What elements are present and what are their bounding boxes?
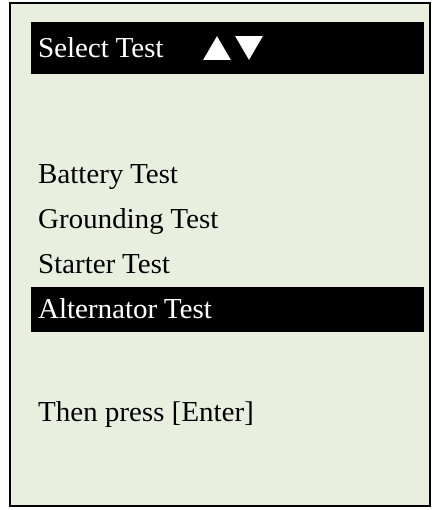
menu-item-alternator-test[interactable]: Alternator Test: [31, 287, 424, 332]
title-bar: Select Test: [31, 22, 424, 74]
menu-item-label: Grounding Test: [38, 203, 219, 235]
menu-item-starter-test[interactable]: Starter Test: [31, 242, 424, 287]
triangle-down-icon: [234, 36, 263, 60]
tester-screen: Select Test Battery Test Grounding Test …: [9, 2, 431, 507]
menu-item-label: Battery Test: [38, 158, 178, 190]
menu-item-label: Alternator Test: [38, 293, 212, 325]
menu-item-label: Starter Test: [38, 248, 170, 280]
menu-item-battery-test[interactable]: Battery Test: [31, 152, 424, 197]
test-menu: Battery Test Grounding Test Starter Test…: [31, 152, 424, 332]
triangle-up-icon: [202, 36, 231, 60]
instruction-text: Then press [Enter]: [38, 396, 254, 428]
screen-title: Select Test: [38, 31, 164, 64]
navigation-arrows: [202, 35, 264, 61]
menu-item-grounding-test[interactable]: Grounding Test: [31, 197, 424, 242]
